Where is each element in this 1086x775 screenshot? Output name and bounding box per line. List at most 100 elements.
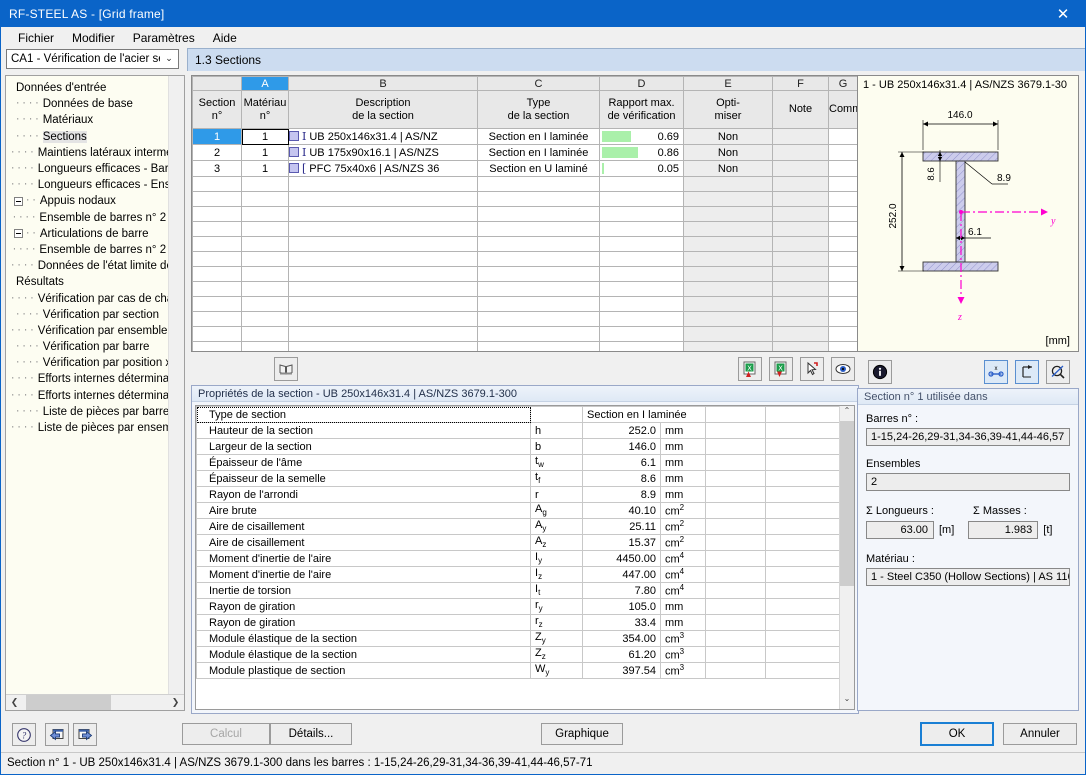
- cell-empty[interactable]: [772, 251, 829, 267]
- column-header-3[interactable]: Type de la section: [477, 90, 600, 129]
- cell-empty[interactable]: [241, 236, 289, 252]
- cell-empty[interactable]: [683, 191, 773, 207]
- cell-optimize[interactable]: Non: [683, 144, 773, 161]
- property-row[interactable]: Rayon de l'arrondi r 8.9 mm: [196, 486, 854, 503]
- help-icon[interactable]: ?: [12, 723, 36, 746]
- properties-scroll-thumb[interactable]: [840, 421, 854, 586]
- sidebar-item[interactable]: ·· Appuis nodaux: [10, 193, 184, 209]
- cell-type[interactable]: Section en I laminée: [477, 144, 600, 161]
- property-row[interactable]: Inertie de torsion It 7.80 cm4: [196, 582, 854, 599]
- cell-empty[interactable]: [192, 206, 242, 222]
- cell-empty[interactable]: [477, 221, 600, 237]
- table-row-empty[interactable]: [192, 221, 858, 237]
- property-row[interactable]: Moment d'inertie de l'aire Iz 447.00 cm4: [196, 566, 854, 583]
- cell-note[interactable]: [772, 144, 829, 161]
- sidebar-item[interactable]: ···· Vérification par position x: [10, 355, 184, 371]
- cell-empty[interactable]: [828, 236, 858, 252]
- sidebar-item[interactable]: ···· Ensemble de barres n° 2 - P: [10, 242, 184, 258]
- cell-empty[interactable]: [599, 311, 684, 327]
- cell-empty[interactable]: [772, 311, 829, 327]
- scroll-left-icon[interactable]: ❮: [6, 698, 23, 708]
- table-row[interactable]: 1 1 I UB 250x146x31.4 | AS/NZ Section en I l…: [192, 128, 858, 145]
- pick-icon[interactable]: [800, 357, 824, 381]
- masses-field[interactable]: 1.983: [968, 521, 1039, 539]
- cell-empty[interactable]: [241, 341, 289, 351]
- column-header-4[interactable]: Rapport max. de vérification: [599, 90, 684, 129]
- properties-vertical-scrollbar[interactable]: ⌃ ⌄: [839, 406, 854, 709]
- cell-empty[interactable]: [683, 296, 773, 312]
- column-letter-e[interactable]: E: [683, 76, 773, 91]
- property-row[interactable]: Aire brute Ag 40.10 cm2: [196, 502, 854, 519]
- cell-description[interactable]: [PFC 75x40x6 | AS/NZS 36: [288, 160, 478, 177]
- menu-item-modifier[interactable]: Modifier: [63, 29, 124, 47]
- sidebar-item[interactable]: Données d'entrée: [10, 80, 184, 96]
- cell-empty[interactable]: [241, 266, 289, 282]
- cell-type[interactable]: Section en I laminée: [477, 128, 600, 145]
- column-letter-corner[interactable]: [192, 76, 242, 91]
- table-row-empty[interactable]: [192, 266, 858, 282]
- cell-empty[interactable]: [772, 266, 829, 282]
- axes-icon[interactable]: [1015, 360, 1039, 384]
- sidebar-item[interactable]: ····Longueurs efficaces - Ensembles: [10, 177, 184, 193]
- graphique-button[interactable]: Graphique: [541, 723, 623, 745]
- menu-item-parametres[interactable]: Paramètres: [124, 29, 204, 47]
- cell-empty[interactable]: [599, 236, 684, 252]
- tree-expander-icon[interactable]: [14, 229, 23, 239]
- cell-empty[interactable]: [477, 296, 600, 312]
- column-letter-f[interactable]: F: [772, 76, 829, 91]
- column-header-0[interactable]: Section n°: [192, 90, 242, 129]
- calcul-button[interactable]: Calcul: [182, 723, 270, 745]
- cell-empty[interactable]: [828, 311, 858, 327]
- cell-empty[interactable]: [772, 281, 829, 297]
- info-icon[interactable]: [868, 360, 892, 384]
- cell-empty[interactable]: [477, 311, 600, 327]
- hide-dimensions-icon[interactable]: [1046, 360, 1070, 384]
- column-letter-g[interactable]: G: [828, 76, 858, 91]
- property-row[interactable]: Aire de cisaillement Az 15.37 cm2: [196, 534, 854, 551]
- cell-empty[interactable]: [477, 206, 600, 222]
- cell-ratio[interactable]: 0.05: [599, 160, 684, 177]
- cell-empty[interactable]: [477, 266, 600, 282]
- cell-empty[interactable]: [828, 266, 858, 282]
- property-row[interactable]: Moment d'inertie de l'aire Iy 4450.00 cm4: [196, 550, 854, 567]
- cell-empty[interactable]: [599, 176, 684, 192]
- column-header-2[interactable]: Description de la section: [288, 90, 478, 129]
- cell-empty[interactable]: [683, 236, 773, 252]
- cell-empty[interactable]: [192, 221, 242, 237]
- navigator-tree[interactable]: Données d'entrée ···· Données de base ···· M…: [5, 75, 185, 711]
- cell-empty[interactable]: [683, 341, 773, 351]
- cell-empty[interactable]: [683, 281, 773, 297]
- property-row[interactable]: Module plastique de section Wy 397.54 cm3: [196, 662, 854, 679]
- cell-empty[interactable]: [192, 266, 242, 282]
- cell-empty[interactable]: [828, 191, 858, 207]
- column-header-6[interactable]: Note: [772, 90, 829, 129]
- ok-button[interactable]: OK: [920, 722, 994, 746]
- sidebar-item[interactable]: ···· Ensemble de barres n° 2 - P: [10, 210, 184, 226]
- cell-comment[interactable]: [828, 144, 858, 161]
- sidebar-item[interactable]: Résultats: [10, 274, 184, 290]
- cell-empty[interactable]: [599, 326, 684, 342]
- cell-empty[interactable]: [192, 191, 242, 207]
- cell-empty[interactable]: [683, 326, 773, 342]
- cell-empty[interactable]: [477, 176, 600, 192]
- property-row[interactable]: Aire de cisaillement Ay 25.11 cm2: [196, 518, 854, 535]
- table-row-empty[interactable]: [192, 311, 858, 327]
- table-row-empty[interactable]: [192, 176, 858, 192]
- cell-ratio[interactable]: 0.86: [599, 144, 684, 161]
- property-row[interactable]: Rayon de giration rz 33.4 mm: [196, 614, 854, 631]
- sidebar-item[interactable]: ···· Données de l'état limite de serv: [10, 258, 184, 274]
- table-row-empty[interactable]: [192, 236, 858, 252]
- cell-empty[interactable]: [241, 281, 289, 297]
- cell-section-no[interactable]: 3: [192, 160, 242, 177]
- cell-empty[interactable]: [828, 341, 858, 351]
- cell-description[interactable]: I UB 250x146x31.4 | AS/NZ: [288, 128, 478, 145]
- cell-empty[interactable]: [772, 236, 829, 252]
- cell-material-no[interactable]: 1: [241, 128, 289, 145]
- section-properties-body[interactable]: Type de section Section en I laminée Haute…: [195, 405, 855, 710]
- cell-note[interactable]: [772, 160, 829, 177]
- cell-empty[interactable]: [599, 191, 684, 207]
- scroll-thumb[interactable]: [26, 694, 111, 710]
- cell-empty[interactable]: [288, 296, 478, 312]
- sidebar-item[interactable]: ···· Vérification par barre: [10, 339, 184, 355]
- cell-empty[interactable]: [241, 311, 289, 327]
